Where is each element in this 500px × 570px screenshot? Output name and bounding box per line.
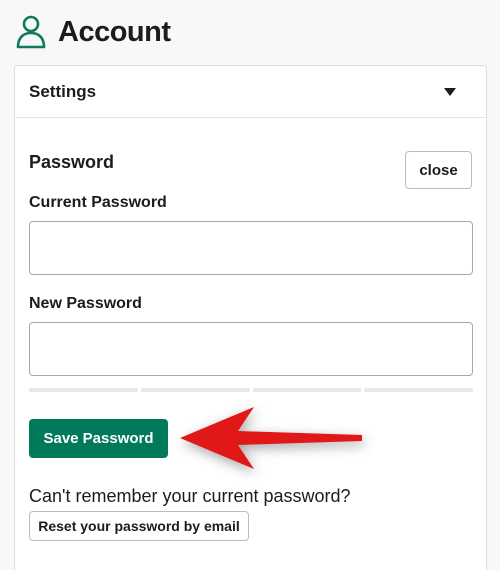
strength-segment	[364, 388, 473, 392]
user-icon	[16, 15, 46, 49]
password-section-title: Password	[29, 152, 115, 172]
close-button[interactable]: close	[405, 151, 472, 189]
account-card: Settings Password close Current Password…	[14, 65, 487, 570]
caret-down-icon	[444, 87, 456, 96]
save-password-button[interactable]: Save Password	[29, 419, 168, 458]
password-strength-meter	[29, 388, 473, 392]
page-header: Account	[16, 12, 171, 52]
current-password-input[interactable]	[29, 221, 473, 275]
forgot-password-text: Can't remember your current password?	[29, 486, 351, 506]
current-password-label: Current Password	[29, 194, 167, 211]
red-arrow-annotation	[180, 407, 362, 469]
page-title: Account	[58, 15, 171, 48]
settings-dropdown[interactable]: Settings	[15, 66, 486, 118]
settings-label: Settings	[29, 81, 97, 101]
strength-segment	[140, 388, 250, 392]
new-password-label: New Password	[29, 295, 142, 312]
reset-password-button[interactable]: Reset your password by email	[29, 511, 249, 541]
strength-segment	[29, 388, 138, 392]
new-password-input[interactable]	[29, 322, 473, 376]
strength-segment	[252, 388, 362, 392]
